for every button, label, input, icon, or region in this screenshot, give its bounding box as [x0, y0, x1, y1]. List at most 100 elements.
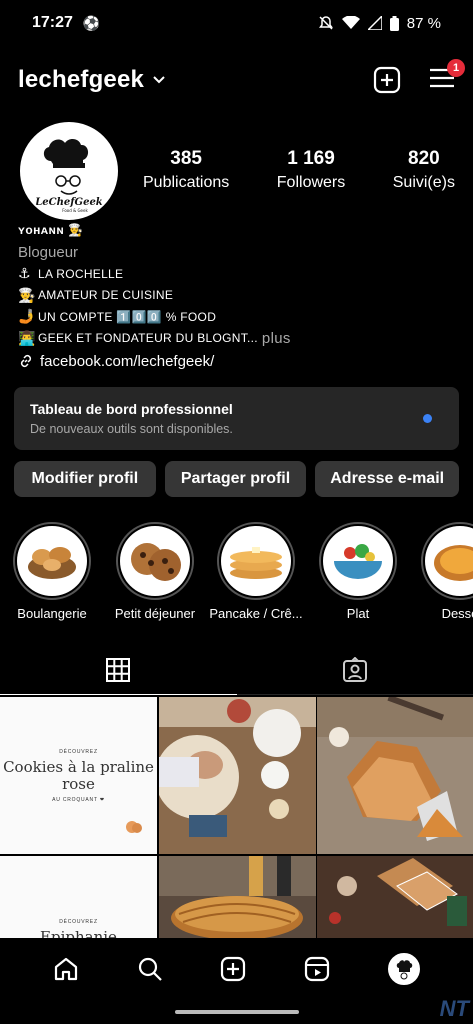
highlight-ring	[116, 522, 194, 600]
gingerbread-photo	[317, 855, 473, 938]
cookie-icon	[131, 543, 181, 581]
battery-icon	[389, 15, 399, 31]
highlight-label: Desse	[441, 606, 473, 621]
profile-actions: Modifier profil Partager profil Adresse …	[14, 461, 459, 497]
galette-photo	[158, 855, 316, 938]
highlight-ring	[421, 522, 473, 600]
svg-text:Food & Geek: Food & Geek	[62, 208, 88, 213]
highlight-item[interactable]: Desse	[405, 522, 473, 621]
posts-grid: DÉCOUVREZ Cookies à la praline rose AU C…	[0, 697, 473, 938]
bio-line: 👨‍💻 GEEK ET FONDATEUR DU BLOGNT... plus	[18, 328, 455, 350]
highlight-cover	[323, 526, 393, 596]
profile-header: lechefgeek 1	[18, 58, 465, 102]
post-thumbnail[interactable]: DÉCOUVREZ Cookies à la praline rose AU C…	[0, 697, 157, 854]
highlight-item[interactable]: Plat	[303, 522, 413, 621]
new-indicator-dot	[423, 414, 432, 423]
technologist-icon: 👨‍💻	[18, 329, 36, 346]
header-actions: 1	[373, 58, 465, 94]
highlight-item[interactable]: Pancake / Crê...	[201, 522, 311, 621]
bio-line-text: UN COMPTE 1️⃣0️⃣0️⃣ % FOOD	[38, 309, 217, 324]
home-icon[interactable]	[53, 956, 79, 982]
anchor-icon: ⚓	[18, 265, 31, 282]
highlight-ring	[13, 522, 91, 600]
new-post-icon[interactable]	[373, 66, 401, 94]
chevron-down-icon[interactable]	[152, 73, 166, 87]
bio-line-text: GEEK ET FONDATEUR DU BLOGNT...	[38, 331, 258, 346]
highlight-ring	[217, 522, 295, 600]
bio-line-text: LA ROCHELLE	[38, 266, 124, 281]
post-thumbnail[interactable]	[317, 697, 473, 854]
bio-line-text: AMATEUR DE CUISINE	[38, 288, 174, 303]
bottom-navigation	[0, 938, 473, 1000]
post-thumbnail[interactable]: DÉCOUVREZ Epiphanie	[0, 855, 157, 938]
menu-button[interactable]: 1	[429, 58, 465, 94]
avatar[interactable]: LeChefGeek Food & Geek	[20, 122, 118, 220]
reels-icon[interactable]	[304, 956, 330, 982]
display-name: ʏᴏʜᴀɴɴ 👨‍🍳	[18, 223, 84, 237]
highlight-ring	[319, 522, 397, 600]
email-button[interactable]: Adresse e-mail	[315, 461, 459, 497]
tab-tagged[interactable]	[237, 645, 473, 694]
stat-followers[interactable]: 1 169 Followers	[277, 148, 345, 192]
stat-following[interactable]: 820 Suivi(e)s	[393, 148, 455, 192]
tagged-person-icon	[342, 656, 367, 682]
status-time: 17:27	[32, 14, 73, 31]
profile-tabs	[0, 645, 473, 695]
create-icon[interactable]	[220, 956, 246, 982]
status-bar: 17:27 ⚽ 87 %	[0, 0, 473, 46]
search-icon[interactable]	[137, 956, 163, 982]
bio-external-link[interactable]: facebook.com/lechefgeek/	[18, 349, 455, 373]
highlight-label: Boulangerie	[17, 606, 87, 621]
account-username[interactable]: lechefgeek	[18, 66, 144, 94]
profile-category: Blogueur	[18, 243, 79, 261]
pastry-fox-photo	[317, 697, 473, 854]
dashboard-subtitle: De nouveaux outils sont disponibles.	[30, 422, 233, 436]
chef-logo-icon	[396, 960, 413, 980]
edit-profile-button[interactable]: Modifier profil	[14, 461, 156, 497]
chef-logo-icon: LeChefGeek Food & Geek	[24, 126, 114, 216]
notification-badge: 1	[447, 58, 465, 77]
cookie-icon	[126, 821, 142, 833]
profile-avatar-tab[interactable]	[388, 953, 421, 985]
highlight-label: Petit déjeuner	[114, 606, 196, 621]
link-icon	[20, 354, 32, 368]
battery-level: 87 %	[406, 14, 441, 32]
wifi-icon	[341, 16, 360, 29]
tart-icon	[434, 545, 473, 581]
profile-bio: ʏᴏʜᴀɴɴ 👨‍🍳 Blogueur ⚓ LA ROCHELLE 👨‍🍳 AM…	[18, 219, 455, 373]
bio-line: ⚓ LA ROCHELLE	[18, 263, 455, 285]
mute-icon	[318, 16, 333, 30]
grid-icon	[106, 657, 131, 682]
bio-line: 👨‍🍳 AMATEUR DE CUISINE	[18, 285, 455, 307]
signal-icon	[367, 16, 382, 30]
post-kicker: DÉCOUVREZ	[59, 918, 98, 925]
highlight-cover	[425, 526, 473, 596]
watermark-logo: NT	[439, 996, 469, 1021]
highlight-label: Pancake / Crê...	[209, 606, 303, 621]
dashboard-title: Tableau de bord professionnel	[30, 401, 233, 417]
stat-value: 820	[408, 148, 440, 169]
stat-label: Publications	[143, 174, 230, 191]
post-thumbnail[interactable]	[158, 855, 316, 938]
baking-photo	[158, 697, 316, 854]
post-title: Cookies à la praline rose	[3, 757, 154, 793]
salad-bowl-icon	[334, 544, 382, 579]
soccer-ball-icon: ⚽	[82, 14, 101, 31]
post-subtitle: AU CROQUANT ❤	[52, 796, 105, 803]
post-thumbnail[interactable]	[158, 697, 316, 854]
highlight-item[interactable]: Petit déjeuner	[100, 522, 210, 621]
tab-posts-grid[interactable]	[0, 645, 237, 695]
bread-icon	[28, 547, 76, 579]
highlight-label: Plat	[346, 606, 370, 621]
stat-publications[interactable]: 385 Publications	[143, 148, 229, 192]
share-profile-button[interactable]: Partager profil	[164, 461, 307, 497]
bio-line: 🤳 UN COMPTE 1️⃣0️⃣0️⃣ % FOOD	[18, 306, 455, 328]
highlight-cover	[221, 526, 291, 596]
highlight-item[interactable]: Boulangerie	[0, 522, 107, 621]
professional-dashboard-card[interactable]: Tableau de bord professionnel De nouveau…	[14, 387, 459, 450]
post-thumbnail[interactable]	[317, 855, 473, 938]
post-kicker: DÉCOUVREZ	[59, 748, 98, 755]
svg-text:LeChefGeek: LeChefGeek	[34, 197, 103, 208]
gesture-bar	[175, 1010, 299, 1014]
bio-more-link[interactable]: plus	[262, 330, 291, 347]
